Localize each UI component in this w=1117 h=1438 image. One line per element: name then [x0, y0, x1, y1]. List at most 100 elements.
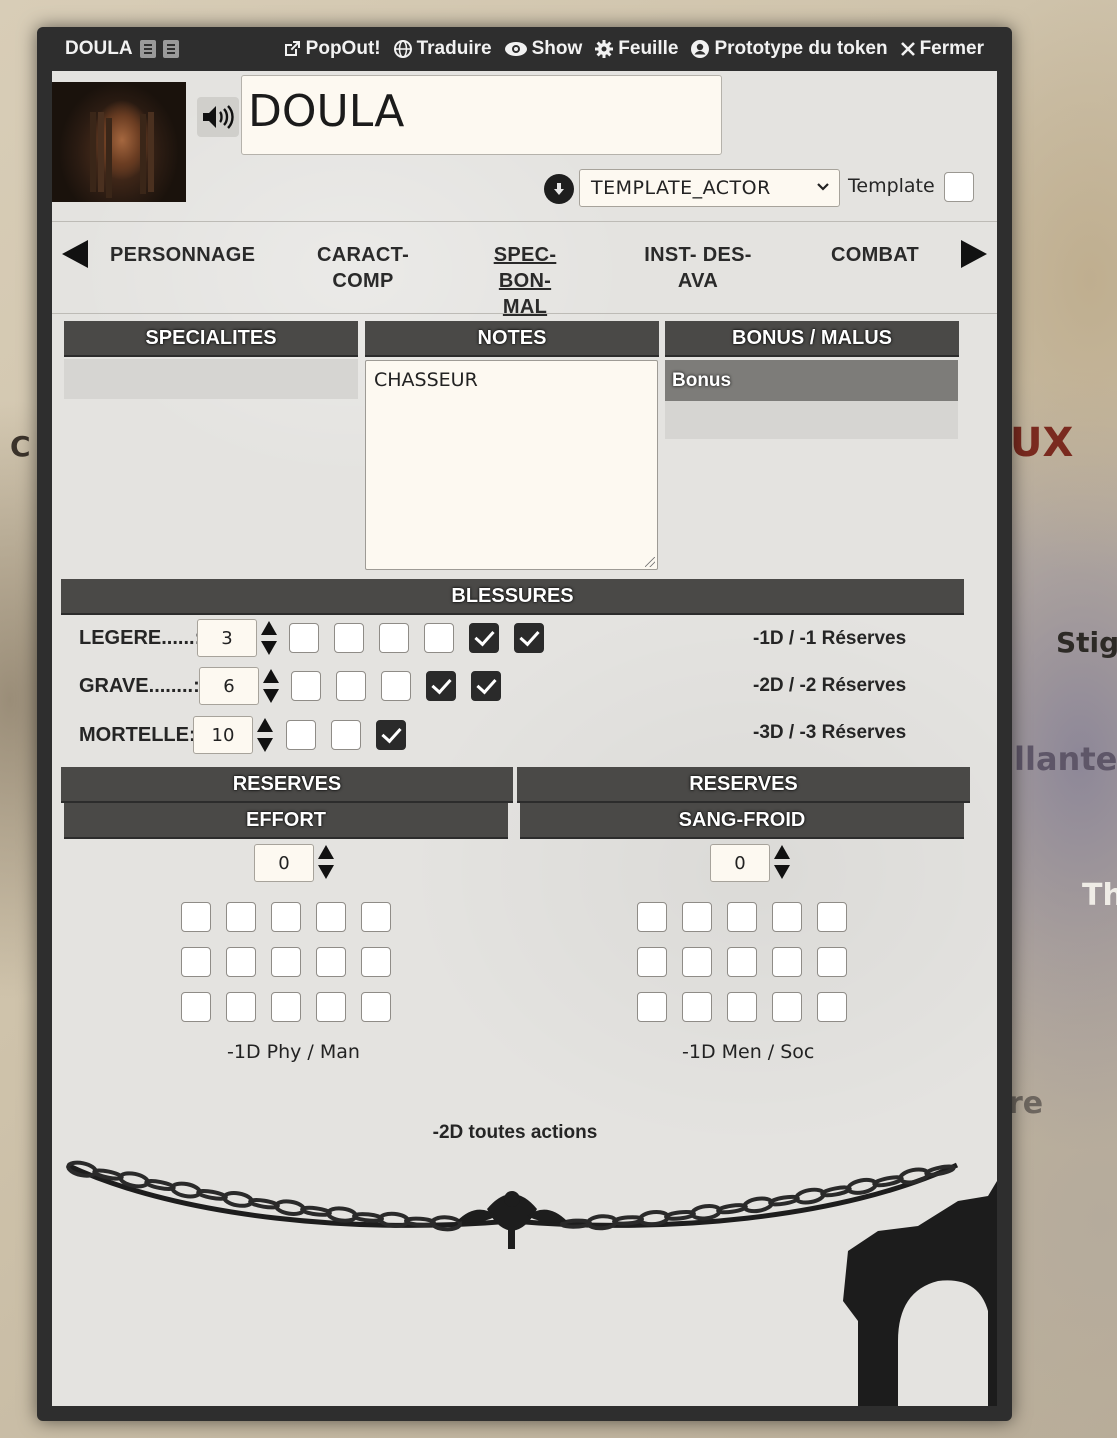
tab-caract-comp[interactable]: CARACT- COMP [308, 242, 418, 294]
translate-button[interactable]: Traduire [393, 38, 492, 60]
bonus-row[interactable]: Bonus [665, 360, 958, 401]
tabs-row: PERSONNAGE CARACT- COMP SPEC-BON- MAL IN… [52, 222, 997, 318]
sound-button[interactable] [197, 97, 239, 137]
effort-box[interactable] [316, 992, 346, 1022]
gear-icon [595, 40, 614, 58]
wound-grave-box-3[interactable] [381, 671, 411, 701]
sangfroid-box[interactable] [772, 947, 802, 977]
wound-grave-box-1[interactable] [291, 671, 321, 701]
map-label: re [1008, 1086, 1044, 1121]
wound-legere-box-1[interactable] [289, 623, 319, 653]
template-select[interactable]: TEMPLATE_ACTOR [579, 169, 840, 207]
notes-header: NOTES [365, 321, 659, 357]
window-header[interactable]: DOULA PopOut! Traduire Show Feuille Prot… [37, 27, 1012, 71]
wound-grave-penalty: -2D / -2 Réserves [753, 675, 907, 696]
map-label: C [10, 430, 31, 463]
effort-input[interactable]: 0 [254, 844, 314, 882]
tab-prev-arrow-icon[interactable] [60, 238, 90, 270]
chain-link [352, 1212, 384, 1223]
actor-portrait[interactable] [52, 82, 186, 202]
close-button[interactable]: Fermer [900, 38, 984, 60]
map-label: UX [1010, 420, 1074, 466]
wound-mortelle-penalty: -3D / -3 Réserves [753, 722, 907, 743]
effort-box[interactable] [361, 902, 391, 932]
wound-legere-box-4[interactable] [424, 623, 454, 653]
tab-combat[interactable]: COMBAT [831, 242, 919, 268]
sangfroid-box[interactable] [682, 902, 712, 932]
translate-label: Traduire [416, 38, 492, 59]
wound-legere-box-3[interactable] [379, 623, 409, 653]
sangfroid-box[interactable] [817, 902, 847, 932]
effort-box[interactable] [226, 992, 256, 1022]
sangfroid-box[interactable] [817, 992, 847, 1022]
wound-legere-input[interactable]: 3 [197, 619, 257, 657]
sangfroid-box[interactable] [637, 902, 667, 932]
effort-box[interactable] [271, 947, 301, 977]
wound-grave-box-5[interactable] [471, 671, 501, 701]
tab-inst-des-ava[interactable]: INST- DES- AVA [644, 242, 752, 294]
effort-box[interactable] [181, 902, 211, 932]
reserves-sangfroid-header: RESERVES [517, 767, 970, 803]
notes-textarea[interactable]: CHASSEUR [365, 360, 658, 570]
wound-mortelle-input[interactable]: 10 [193, 716, 253, 754]
popout-label: PopOut! [305, 38, 381, 59]
chain-link [222, 1191, 254, 1208]
wound-grave-box-2[interactable] [336, 671, 366, 701]
sangfroid-input[interactable]: 0 [710, 844, 770, 882]
wound-mortelle-box-2[interactable] [331, 720, 361, 750]
document-icon[interactable] [162, 40, 179, 58]
effort-box[interactable] [181, 947, 211, 977]
show-button[interactable]: Show [504, 38, 583, 60]
number-spinner-icon[interactable] [260, 620, 278, 656]
wound-grave-input[interactable]: 6 [199, 667, 259, 705]
effort-box[interactable] [361, 947, 391, 977]
sangfroid-box[interactable] [727, 947, 757, 977]
sangfroid-box[interactable] [682, 992, 712, 1022]
show-label: Show [531, 38, 583, 59]
number-spinner-icon[interactable] [256, 717, 274, 753]
tab-next-arrow-icon[interactable] [959, 238, 989, 270]
download-icon[interactable] [544, 174, 574, 204]
effort-box[interactable] [271, 992, 301, 1022]
wound-legere-box-2[interactable] [334, 623, 364, 653]
compendium-icon[interactable] [139, 40, 156, 58]
effort-box[interactable] [316, 947, 346, 977]
sangfroid-penalty: -1D Men / Soc [682, 1041, 815, 1063]
sangfroid-box[interactable] [772, 992, 802, 1022]
wound-grave-box-4[interactable] [426, 671, 456, 701]
chain-link [586, 1214, 618, 1231]
resize-handle-icon[interactable] [645, 557, 655, 567]
template-checkbox[interactable] [944, 172, 974, 202]
wound-legere-box-5[interactable] [469, 623, 499, 653]
actor-name-input[interactable]: DOULA [241, 75, 722, 155]
actor-sheet-window: DOULA PopOut! Traduire Show Feuille Prot… [37, 27, 1012, 1421]
tab-spec-bon-mal[interactable]: SPEC-BON- MAL [470, 242, 580, 320]
effort-box[interactable] [361, 992, 391, 1022]
sangfroid-box[interactable] [772, 902, 802, 932]
number-spinner-icon[interactable] [773, 844, 791, 880]
effort-box[interactable] [226, 947, 256, 977]
wound-legere-box-6[interactable] [514, 623, 544, 653]
token-prototype-button[interactable]: Prototype du token [690, 38, 888, 60]
chain-link [378, 1211, 410, 1228]
popout-button[interactable]: PopOut! [282, 38, 381, 60]
wound-mortelle-box-1[interactable] [286, 720, 316, 750]
effort-box[interactable] [316, 902, 346, 932]
sheet-config-button[interactable]: Feuille [594, 38, 678, 60]
effort-box[interactable] [181, 992, 211, 1022]
volume-icon [203, 105, 234, 129]
wound-mortelle-box-3[interactable] [376, 720, 406, 750]
number-spinner-icon[interactable] [317, 844, 335, 880]
sangfroid-box[interactable] [817, 947, 847, 977]
tab-personnage[interactable]: PERSONNAGE [110, 242, 255, 268]
chain-link [196, 1188, 228, 1201]
sangfroid-box[interactable] [637, 992, 667, 1022]
number-spinner-icon[interactable] [262, 668, 280, 704]
sangfroid-box[interactable] [727, 902, 757, 932]
actor-sheet: DOULA TEMPLATE_ACTOR Template PERSONNAGE… [52, 71, 997, 1406]
sangfroid-box[interactable] [727, 992, 757, 1022]
sangfroid-box[interactable] [682, 947, 712, 977]
effort-box[interactable] [226, 902, 256, 932]
sangfroid-box[interactable] [637, 947, 667, 977]
effort-box[interactable] [271, 902, 301, 932]
